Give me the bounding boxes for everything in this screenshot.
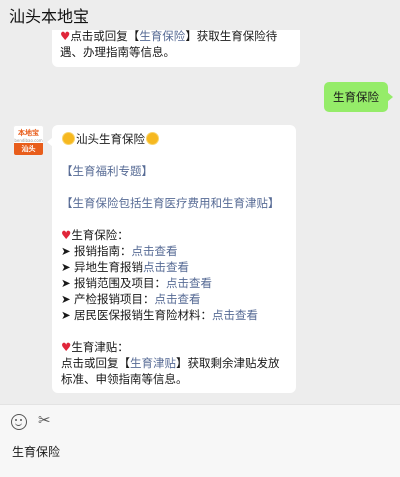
emoji-icon[interactable]: [11, 414, 27, 430]
heart-icon: ♥: [60, 30, 71, 43]
arrow-icon: ➤: [61, 308, 71, 322]
view-link[interactable]: 点击查看: [143, 260, 189, 274]
received-message-bubble: 汕头生育保险 【生育福利专题】 【生育保险包括生育医疗费用和生育津贴】 ♥生育保…: [47, 125, 296, 393]
chat-area[interactable]: ♥点击或回复【生育保险】获取生育保险待 遇、办理指南等信息。 生育保险 本地宝 …: [0, 30, 400, 404]
message-input[interactable]: 生育保险: [12, 443, 60, 460]
allowance-link[interactable]: 生育津贴: [130, 356, 176, 370]
input-bar: ✂ 生育保险: [0, 404, 400, 477]
list-item: ➤ 居民医保报销生育险材料：点击查看: [61, 308, 258, 322]
avatar-logo-text: 本地宝: [18, 129, 39, 137]
heart-icon: ♥: [61, 228, 72, 242]
message-title: 汕头生育保险: [61, 131, 287, 147]
view-link[interactable]: 点击查看: [166, 276, 212, 290]
scissors-icon[interactable]: ✂: [38, 411, 51, 429]
allowance-line-1: 点击或回复【生育津贴】获取剩余津贴发放: [61, 356, 280, 370]
window-title: 汕头本地宝: [9, 7, 90, 26]
previous-message-line-1: ♥点击或回复【生育保险】获取生育保险待: [60, 30, 278, 43]
list-item: ➤ 报销范围及项目：点击查看: [61, 276, 212, 290]
previous-message-link[interactable]: 生育保险: [139, 30, 185, 43]
arrow-icon: ➤: [61, 244, 71, 258]
title-bar: 汕头本地宝: [0, 0, 400, 30]
allowance-line-2: 标准、申领指南等信息。: [61, 372, 188, 386]
heart-icon: ♥: [61, 340, 72, 354]
view-link[interactable]: 点击查看: [132, 244, 178, 258]
previous-message-bubble: ♥点击或回复【生育保险】获取生育保险待 遇、办理指南等信息。: [52, 30, 300, 67]
section-title-allowance: ♥生育津贴：: [61, 340, 129, 354]
coverage-link[interactable]: 【生育保险包括生育医疗费用和生育津贴】: [61, 195, 287, 211]
sent-message-bubble: 生育保险: [324, 82, 393, 112]
list-item: ➤ 产检报销项目：点击查看: [61, 292, 201, 306]
topic-link[interactable]: 【生育福利专题】: [61, 163, 287, 179]
list-item: ➤ 报销指南：点击查看: [61, 244, 178, 258]
avatar[interactable]: 本地宝 bendibao.com 汕头: [13, 125, 44, 156]
sun-icon: [63, 133, 74, 144]
list-item: ➤ 异地生育报销点击查看: [61, 260, 189, 274]
section-title-insurance: ♥生育保险：: [61, 228, 129, 242]
view-link[interactable]: 点击查看: [212, 308, 258, 322]
arrow-icon: ➤: [61, 292, 71, 306]
arrow-icon: ➤: [61, 276, 71, 290]
arrow-icon: ➤: [61, 260, 71, 274]
view-link[interactable]: 点击查看: [155, 292, 201, 306]
avatar-city-label: 汕头: [14, 143, 43, 155]
sun-icon: [147, 133, 158, 144]
previous-message-line-2: 遇、办理指南等信息。: [60, 45, 175, 59]
